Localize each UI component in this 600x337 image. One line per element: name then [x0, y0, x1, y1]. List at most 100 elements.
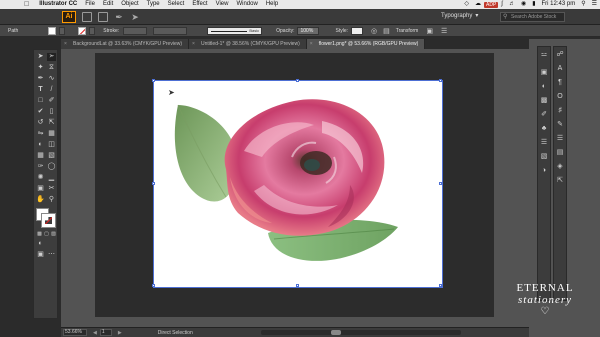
fill-stroke-widget[interactable] [36, 208, 56, 228]
rectangle-tool-icon[interactable]: □ [36, 97, 45, 105]
close-tab-icon[interactable]: × [64, 39, 67, 49]
document-canvas[interactable]: ➤ [61, 49, 529, 327]
fill-swatch[interactable] [48, 26, 57, 35]
links-panel-icon[interactable]: ☍ [555, 51, 565, 59]
dropbox-icon[interactable]: ◇ [461, 0, 472, 9]
free-transform-tool-icon[interactable]: ▦ [47, 130, 56, 138]
direct-selection-tool-icon[interactable]: ➣ [47, 53, 56, 61]
menu-view[interactable]: View [212, 0, 233, 9]
gradient-panel-icon[interactable]: ▧ [539, 153, 549, 161]
first-artboard-icon[interactable]: ◀ [93, 330, 97, 336]
swatches-panel-icon[interactable]: ▩ [539, 97, 549, 105]
document-tab[interactable]: × BackgroundLat @ 33.63% (CMYK/GPU Previ… [61, 39, 190, 49]
align-icon[interactable]: ▤ [383, 27, 390, 35]
stroke-label[interactable]: Stroke: [103, 28, 119, 34]
cloud-icon[interactable]: ☁ [472, 0, 484, 9]
pencil-brush-icon[interactable]: ✒ [114, 12, 124, 22]
next-artboard-icon[interactable]: ▶ [118, 330, 122, 336]
menu-file[interactable]: File [81, 0, 99, 9]
menu-select[interactable]: Select [164, 0, 189, 9]
pasteboard[interactable]: ➤ [95, 53, 494, 317]
eraser-tool-icon[interactable]: ▯ [47, 108, 56, 116]
blend-tool-icon[interactable]: ◯ [47, 163, 56, 171]
horizontal-scrollbar[interactable] [261, 330, 461, 335]
shape-builder-tool-icon[interactable]: ◐ [36, 141, 45, 149]
curvature-tool-icon[interactable]: ∿ [47, 75, 56, 83]
line-tool-icon[interactable]: / [47, 86, 56, 94]
artboards-panel-icon[interactable]: ▣ [539, 69, 549, 77]
bluetooth-icon[interactable]: ∫ [498, 0, 506, 9]
pathfinder-panel-icon[interactable]: ◈ [555, 163, 565, 171]
graphic-style-swatch[interactable] [351, 26, 363, 35]
eyedropper-tool-icon[interactable]: ✑ [36, 163, 45, 171]
character-panel-icon[interactable]: A [555, 65, 565, 73]
color-panel-icon[interactable]: ◐ [539, 83, 549, 91]
opacity-label[interactable]: Opacity: [276, 28, 294, 34]
rotate-tool-icon[interactable]: ↺ [36, 119, 45, 127]
variable-width-field[interactable] [153, 26, 188, 35]
arrange-documents-icon[interactable] [98, 11, 108, 22]
menu-window[interactable]: Window [232, 0, 261, 9]
artboard-tool-icon[interactable]: ▣ [36, 185, 45, 193]
wifi-icon[interactable]: ◉ [518, 0, 529, 9]
char-styles-panel-icon[interactable]: ✎ [555, 121, 565, 129]
gradient-tool-icon[interactable]: ▧ [47, 152, 56, 160]
panel-menu-icon[interactable]: ☰ [441, 27, 447, 35]
type-tool-icon[interactable]: T [36, 86, 45, 94]
properties-panel-icon[interactable]: ⚍ [539, 51, 549, 59]
close-tab-icon[interactable]: × [310, 39, 313, 49]
shaper-tool-icon[interactable]: ✔ [36, 108, 45, 116]
column-graph-tool-icon[interactable]: ▁ [47, 174, 56, 182]
transparency-panel-icon[interactable]: ◑ [539, 167, 549, 175]
scroll-thumb[interactable] [331, 330, 341, 335]
battery-icon[interactable]: ▮ [529, 0, 538, 9]
hand-tool-icon[interactable]: ✋ [36, 196, 45, 204]
paintbrush-tool-icon[interactable]: ✐ [47, 97, 56, 105]
magic-wand-tool-icon[interactable]: ✦ [36, 64, 45, 72]
zoom-tool-icon[interactable]: ⚲ [47, 196, 56, 204]
layers-panel-icon[interactable]: ☰ [555, 135, 565, 143]
close-tab-icon[interactable]: × [192, 39, 195, 49]
recolor-artwork-icon[interactable]: ◎ [371, 27, 377, 35]
watercolor-rose-artwork[interactable] [154, 81, 442, 287]
menu-app-name[interactable]: Illustrator CC [35, 0, 81, 9]
stroke-color-box[interactable] [41, 213, 56, 228]
document-tab[interactable]: × Untitled-1* @ 38.56% (CMYK/GPU Preview… [189, 39, 307, 49]
menu-type[interactable]: Type [143, 0, 164, 9]
document-tab-active[interactable]: × flower1.png* @ 53.66% (RGB/GPU Preview… [306, 39, 426, 49]
opacity-field[interactable]: 100% [297, 26, 320, 35]
stroke-swatch[interactable] [78, 26, 87, 35]
search-stock-input[interactable]: ⚲ Search Adobe Stock [500, 12, 565, 22]
volume-icon[interactable]: ♬ [506, 0, 518, 9]
apple-menu-icon[interactable]:  [0, 0, 35, 9]
artboard-number-field[interactable]: 1 [99, 329, 112, 336]
symbols-panel-icon[interactable]: ♣ [539, 125, 549, 133]
menu-edit[interactable]: Edit [99, 0, 117, 9]
align-panel-icon[interactable]: ▤ [555, 149, 565, 157]
symbol-sprayer-tool-icon[interactable]: ✺ [36, 174, 45, 182]
stroke-weight-field[interactable] [123, 26, 148, 35]
drawing-modes-icon[interactable]: ◐ [36, 240, 45, 248]
lasso-tool-icon[interactable]: ⧖ [47, 64, 56, 72]
paragraph-panel-icon[interactable]: ¶ [555, 79, 565, 87]
screen-mode-icon[interactable]: ▣ [36, 251, 45, 259]
spotlight-icon[interactable]: ⚲ [578, 0, 588, 9]
stroke-dropdown[interactable] [89, 26, 96, 35]
fill-dropdown[interactable] [59, 26, 66, 35]
brushes-panel-icon[interactable]: ✐ [539, 111, 549, 119]
current-tool-status[interactable]: Direct Selection [158, 330, 193, 336]
mesh-tool-icon[interactable]: ▦ [36, 152, 45, 160]
glyphs-panel-icon[interactable]: ♯ [555, 107, 565, 115]
pen-tool-icon[interactable]: ✒ [36, 75, 45, 83]
stroke-panel-icon[interactable]: ☰ [539, 139, 549, 147]
menu-help[interactable]: Help [262, 0, 282, 9]
menu-effect[interactable]: Effect [188, 0, 211, 9]
transform-panel-icon[interactable]: ⇱ [555, 177, 565, 185]
perspective-grid-tool-icon[interactable]: ◫ [47, 141, 56, 149]
gpu-performance-icon[interactable]: ➤ [130, 12, 140, 22]
scale-tool-icon[interactable]: ⇱ [47, 119, 56, 127]
menu-clock[interactable]: Fri 12:43 pm [539, 0, 579, 9]
width-tool-icon[interactable]: ⇋ [36, 130, 45, 138]
brush-definition-field[interactable]: Basic [207, 26, 263, 35]
isolate-icon[interactable]: ▣ [426, 27, 433, 35]
